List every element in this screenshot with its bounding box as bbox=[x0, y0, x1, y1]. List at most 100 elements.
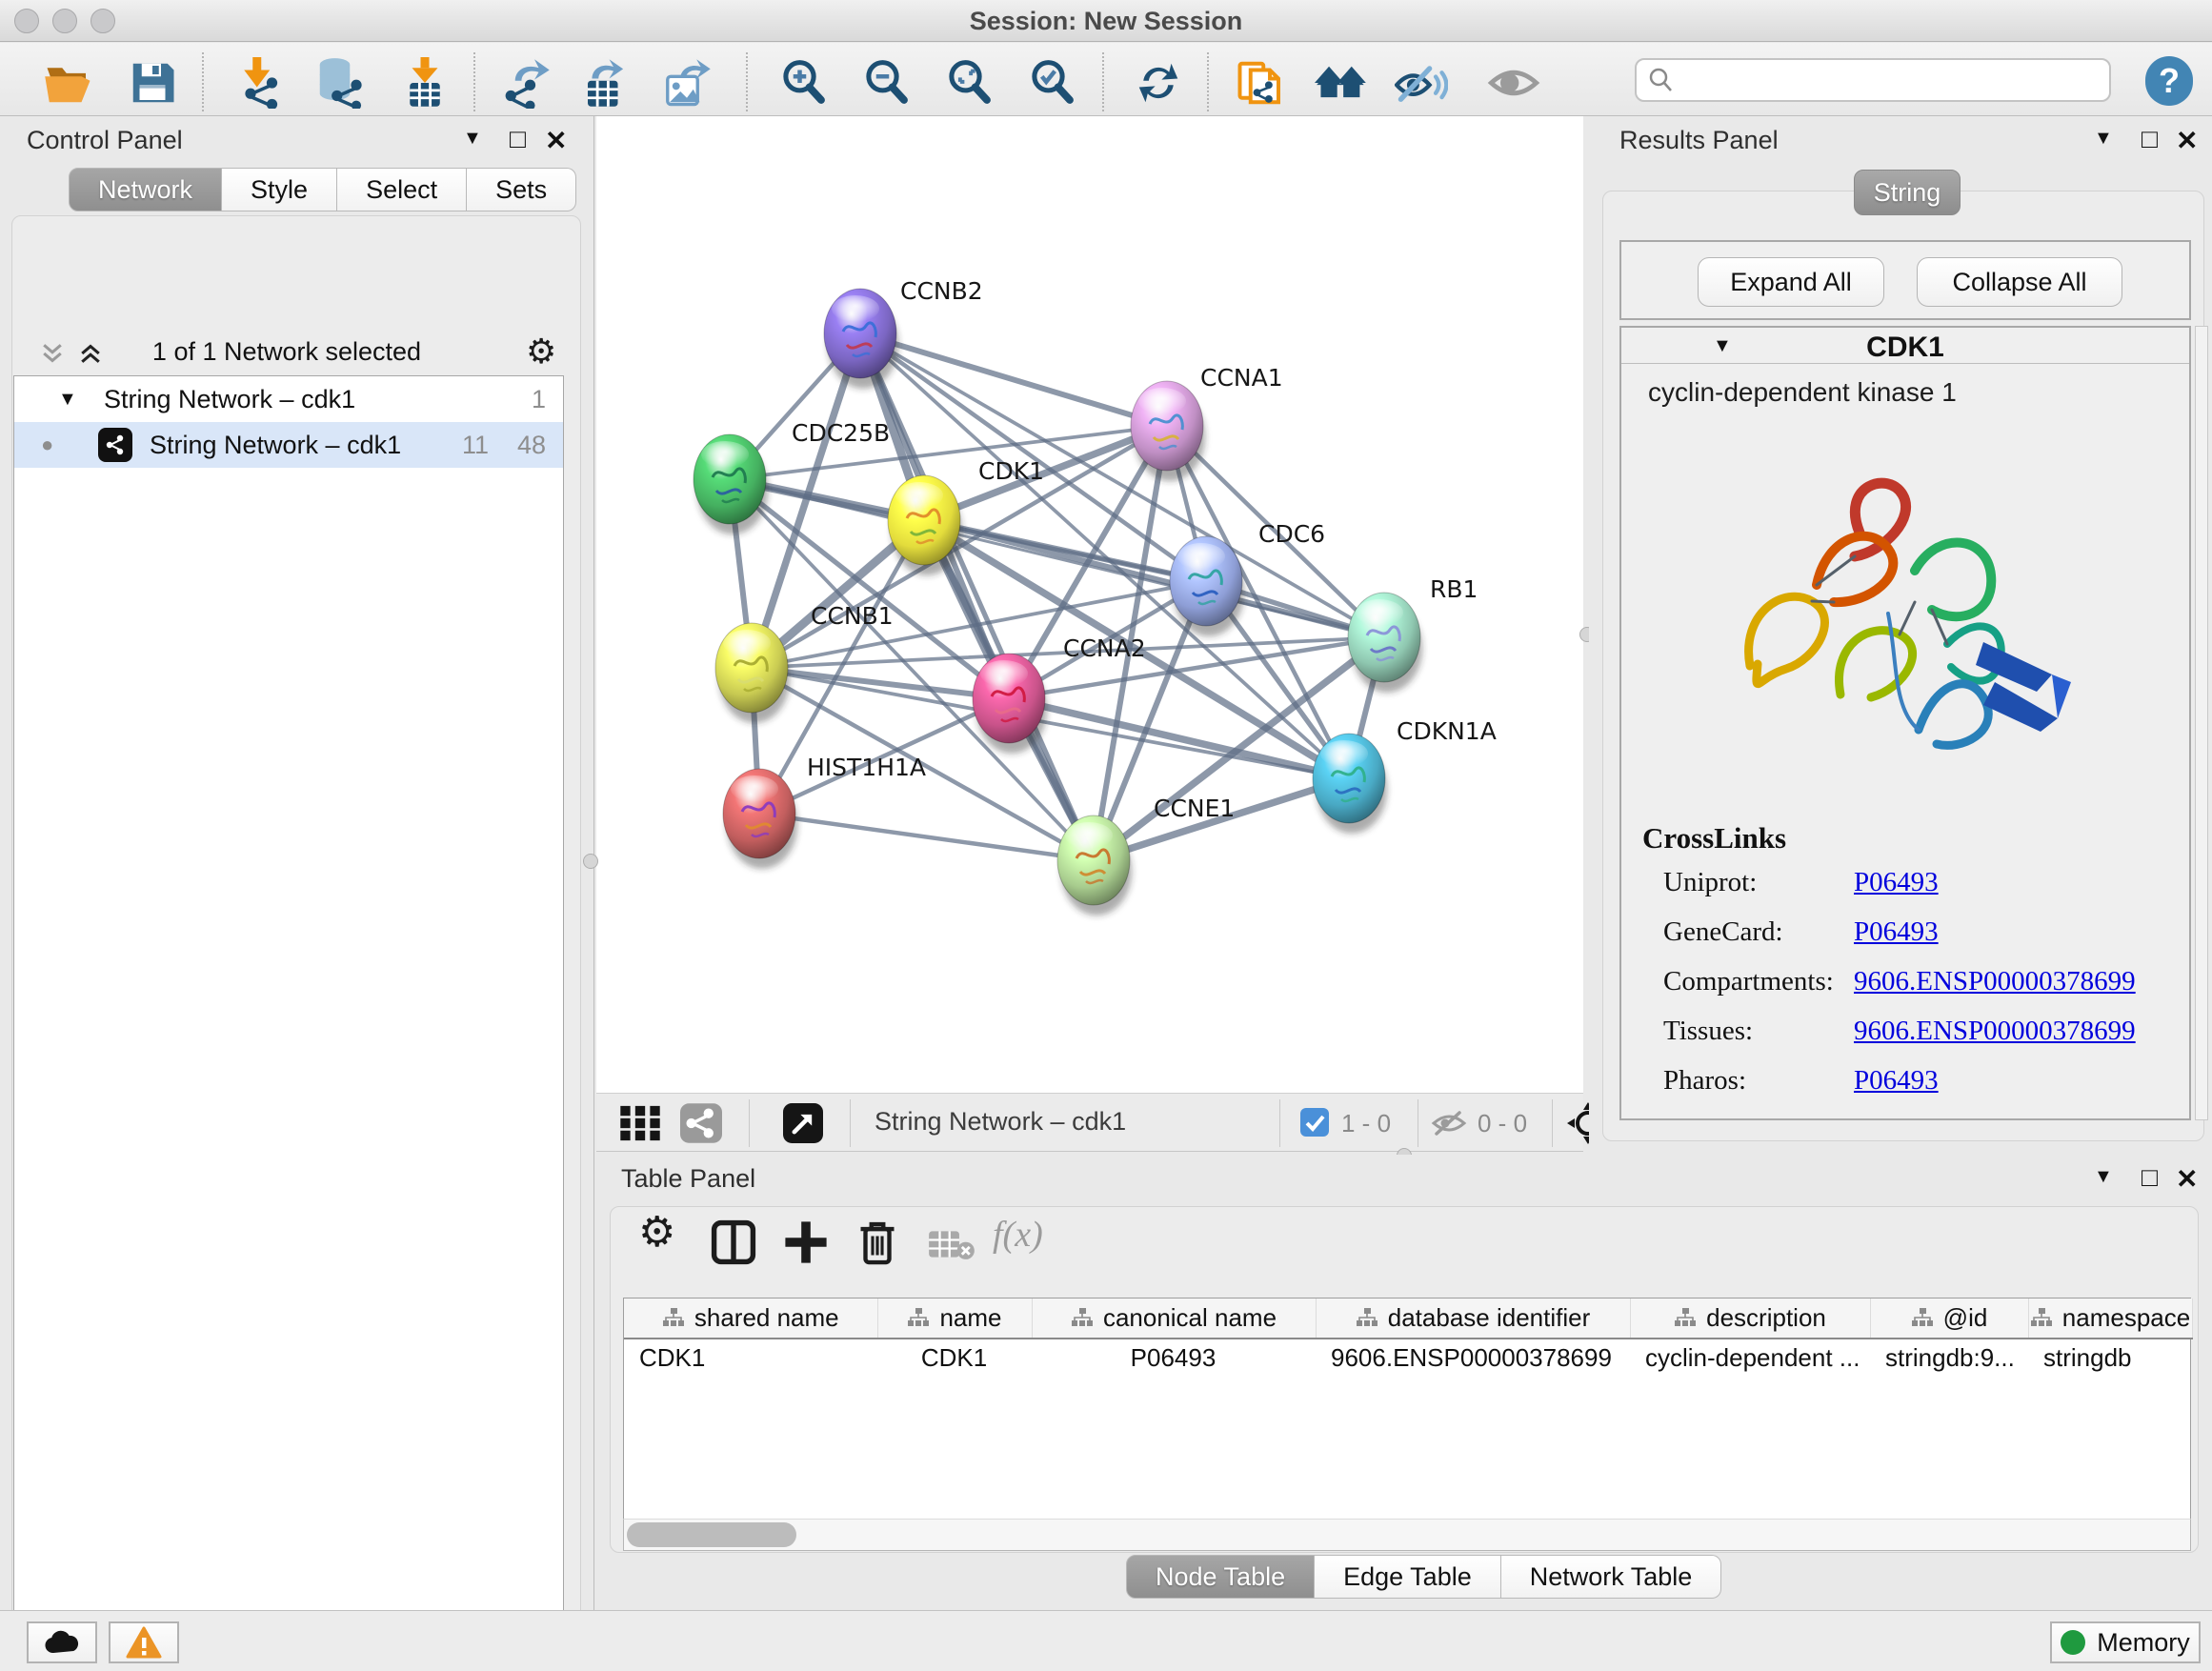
selected-checkbox-icon[interactable] bbox=[1299, 1107, 1330, 1142]
network-node-CCNB1[interactable] bbox=[715, 623, 790, 723]
cloud-button[interactable] bbox=[27, 1621, 97, 1663]
table-options-gear-icon[interactable]: ⚙ bbox=[638, 1208, 675, 1257]
expand-all-icon[interactable] bbox=[76, 339, 105, 368]
export-table-icon[interactable] bbox=[578, 56, 632, 110]
column-header-namespace[interactable]: namespace bbox=[2028, 1299, 2192, 1339]
network-graph[interactable]: CCNB2CCNA1CDC25BCDK1CDC6RB1CCNB1CCNA2CDK… bbox=[596, 116, 1583, 1093]
tab-string[interactable]: String bbox=[1854, 170, 1961, 215]
panel-close-icon[interactable]: ✕ bbox=[545, 125, 567, 156]
collapse-all-button[interactable]: Collapse All bbox=[1917, 257, 2122, 307]
birds-eye-view-icon[interactable] bbox=[783, 1103, 823, 1148]
left-splitter-handle[interactable] bbox=[583, 854, 598, 869]
copy-network-icon[interactable] bbox=[1235, 56, 1288, 110]
zoom-out-icon[interactable] bbox=[860, 56, 914, 110]
export-network-icon[interactable] bbox=[499, 56, 553, 110]
zoom-selected-icon[interactable] bbox=[1026, 56, 1079, 110]
panel-menu-icon[interactable]: ▼ bbox=[2094, 1166, 2113, 1188]
panel-close-icon[interactable]: ✕ bbox=[2176, 1163, 2198, 1195]
scrollbar-thumb[interactable] bbox=[627, 1522, 796, 1547]
zoom-fit-icon[interactable] bbox=[943, 56, 996, 110]
tab-style[interactable]: Style bbox=[222, 168, 337, 211]
open-session-icon[interactable] bbox=[42, 56, 95, 110]
panel-float-icon[interactable]: □ bbox=[2142, 1162, 2158, 1193]
table-cell[interactable]: cyclin-dependent ... bbox=[1630, 1339, 1870, 1377]
tab-select[interactable]: Select bbox=[337, 168, 467, 211]
crosslink-link[interactable]: P06493 bbox=[1854, 1065, 1939, 1097]
grid-view-icon[interactable] bbox=[619, 1103, 661, 1148]
import-network-database-icon[interactable] bbox=[312, 56, 366, 110]
network-collection-row[interactable]: ▼ String Network – cdk1 1 bbox=[14, 376, 563, 422]
delete-column-icon[interactable] bbox=[855, 1219, 899, 1272]
gene-header[interactable]: ▼ CDK1 bbox=[1621, 328, 2189, 364]
homes-icon[interactable] bbox=[1315, 56, 1368, 110]
table-cell[interactable]: CDK1 bbox=[624, 1339, 877, 1377]
export-image-icon[interactable] bbox=[660, 56, 714, 110]
network-node-CCNA2[interactable] bbox=[973, 654, 1047, 754]
network-row-selected[interactable]: ● String Network – cdk1 11 48 bbox=[14, 422, 563, 468]
column-header-name[interactable]: name bbox=[877, 1299, 1032, 1339]
network-node-RB1[interactable] bbox=[1348, 593, 1422, 693]
network-edge[interactable] bbox=[860, 333, 1167, 426]
network-node-CDC6[interactable] bbox=[1170, 536, 1244, 636]
show-columns-icon[interactable] bbox=[711, 1219, 756, 1270]
search-box[interactable] bbox=[1635, 58, 2111, 102]
cloud-icon bbox=[43, 1629, 81, 1656]
tab-network-table[interactable]: Network Table bbox=[1501, 1555, 1722, 1599]
hidden-eye-icon[interactable] bbox=[1431, 1109, 1467, 1142]
network-canvas[interactable]: CCNB2CCNA1CDC25BCDK1CDC6RB1CCNB1CCNA2CDK… bbox=[596, 116, 1583, 1093]
crosslink-link[interactable]: P06493 bbox=[1854, 916, 1939, 948]
network-view-icon[interactable] bbox=[680, 1103, 722, 1148]
column-header-@id[interactable]: @id bbox=[1870, 1299, 2028, 1339]
table-cell[interactable]: stringdb:9... bbox=[1870, 1339, 2028, 1377]
collapse-entry-icon[interactable]: ▼ bbox=[1713, 335, 1732, 357]
network-node-CCNB2[interactable] bbox=[824, 289, 898, 389]
panel-float-icon[interactable]: □ bbox=[2142, 124, 2158, 154]
column-header-database-identifier[interactable]: database identifier bbox=[1316, 1299, 1630, 1339]
refresh-layout-icon[interactable] bbox=[1132, 56, 1185, 110]
table-horizontal-scrollbar[interactable] bbox=[623, 1519, 2191, 1551]
panel-menu-icon[interactable]: ▼ bbox=[2094, 128, 2113, 150]
zoom-in-icon[interactable] bbox=[777, 56, 831, 110]
table-cell[interactable]: CDK1 bbox=[877, 1339, 1032, 1377]
collapse-all-icon[interactable] bbox=[38, 339, 67, 368]
table-row[interactable]: CDK1CDK1P064939606.ENSP00000378699cyclin… bbox=[624, 1339, 2192, 1377]
node-table[interactable]: shared namenamecanonical namedatabase id… bbox=[623, 1298, 2191, 1519]
import-table-icon[interactable] bbox=[398, 56, 452, 110]
node-label-CCNB1: CCNB1 bbox=[811, 602, 894, 630]
warnings-button[interactable] bbox=[109, 1621, 179, 1663]
crosslink-link[interactable]: 9606.ENSP00000378699 bbox=[1854, 966, 2136, 997]
network-node-HIST1H1A[interactable] bbox=[723, 769, 797, 869]
table-cell[interactable]: stringdb bbox=[2028, 1339, 2192, 1377]
column-header-canonical-name[interactable]: canonical name bbox=[1032, 1299, 1316, 1339]
panel-menu-icon[interactable]: ▼ bbox=[463, 128, 482, 150]
tree-expander-icon[interactable]: ▼ bbox=[58, 389, 77, 411]
column-header-description[interactable]: description bbox=[1630, 1299, 1870, 1339]
add-column-icon[interactable] bbox=[783, 1219, 829, 1270]
network-node-CCNE1[interactable] bbox=[1057, 815, 1132, 916]
results-scrollbar[interactable] bbox=[2195, 326, 2208, 1120]
search-input[interactable] bbox=[1677, 66, 2086, 94]
help-button[interactable]: ? bbox=[2145, 56, 2193, 106]
memory-button[interactable]: Memory bbox=[2050, 1621, 2201, 1663]
table-cell[interactable]: P06493 bbox=[1032, 1339, 1316, 1377]
hide-unhide-icon[interactable] bbox=[1395, 56, 1448, 110]
expand-all-button[interactable]: Expand All bbox=[1698, 257, 1884, 307]
table-cell[interactable]: 9606.ENSP00000378699 bbox=[1316, 1339, 1630, 1377]
column-header-shared-name[interactable]: shared name bbox=[624, 1299, 877, 1339]
network-options-gear-icon[interactable]: ⚙ bbox=[526, 332, 556, 372]
import-network-file-icon[interactable] bbox=[232, 56, 286, 110]
network-node-CDC25B[interactable] bbox=[694, 434, 768, 534]
network-edge[interactable] bbox=[752, 668, 1009, 698]
tab-node-table[interactable]: Node Table bbox=[1126, 1555, 1315, 1599]
crosslink-link[interactable]: 9606.ENSP00000378699 bbox=[1854, 1016, 2136, 1047]
panel-close-icon[interactable]: ✕ bbox=[2176, 125, 2198, 156]
tab-sets[interactable]: Sets bbox=[467, 168, 576, 211]
network-node-CDKN1A[interactable] bbox=[1313, 734, 1387, 834]
tab-edge-table[interactable]: Edge Table bbox=[1315, 1555, 1501, 1599]
tab-network[interactable]: Network bbox=[69, 168, 222, 211]
network-edge[interactable] bbox=[759, 814, 1094, 860]
network-edge[interactable] bbox=[860, 333, 1094, 860]
crosslink-link[interactable]: P06493 bbox=[1854, 867, 1939, 898]
panel-float-icon[interactable]: □ bbox=[510, 124, 526, 154]
save-session-icon[interactable] bbox=[126, 56, 179, 110]
